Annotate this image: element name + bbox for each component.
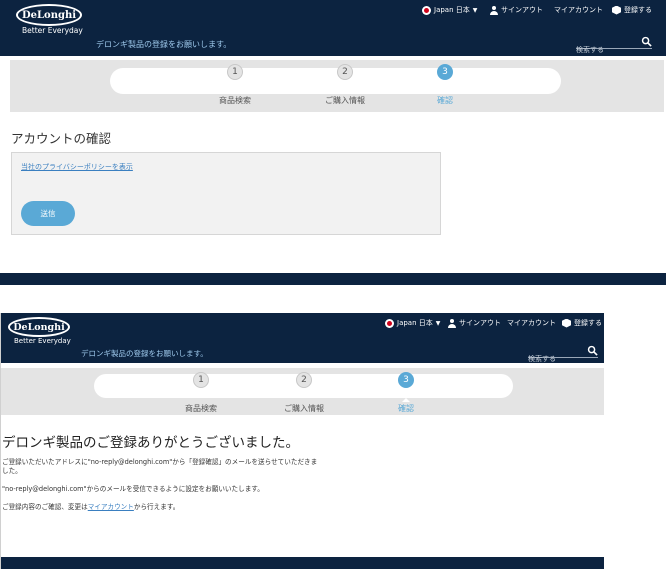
send-button[interactable]: 送信	[21, 201, 75, 226]
footer-bar	[0, 273, 666, 285]
privacy-policy-link[interactable]: 当社のプライバシーポリシーを表示	[21, 162, 133, 172]
signout-label: サインアウト	[459, 319, 501, 327]
welcome-message: デロンギ製品の登録をお願いします。	[81, 349, 208, 358]
step-label: 確認	[398, 404, 414, 413]
caret-down-icon: ▼	[435, 319, 441, 327]
welcome-message: デロンギ製品の登録をお願いします。	[96, 40, 232, 49]
progress-steps: 1 商品検索 2 ご購入情報 3 確認	[10, 60, 664, 112]
signout-link[interactable]: サインアウト	[448, 318, 501, 328]
register-label: 登録する	[574, 319, 602, 327]
my-account-inline-link[interactable]: マイアカウント	[88, 503, 134, 511]
step-number: 1	[227, 64, 243, 80]
signout-label: サインアウト	[501, 6, 543, 14]
progress-steps: 1 商品検索 2 ご購入情報 3 確認	[1, 368, 604, 415]
account-confirm-screen: DeLonghi Better Everyday デロンギ製品の登録をお願いしま…	[0, 0, 666, 285]
person-icon	[490, 5, 498, 15]
step-number: 3	[437, 64, 453, 80]
locale-label: Japan 日本	[434, 6, 470, 14]
search-box	[576, 36, 652, 56]
site-header: DeLonghi Better Everyday デロンギ製品の登録をお願いしま…	[1, 313, 604, 365]
step-confirm: 3 確認	[395, 60, 495, 106]
site-header: DeLonghi Better Everyday デロンギ製品の登録をお願いしま…	[0, 0, 666, 56]
locale-label: Japan 日本	[397, 319, 433, 327]
step-label: 商品検索	[219, 96, 251, 105]
register-link[interactable]: 登録する	[612, 5, 652, 15]
japan-flag-icon	[385, 318, 394, 328]
search-icon[interactable]	[641, 36, 652, 47]
japan-flag-icon	[422, 5, 431, 15]
confirmation-email-notice: ご登録いただいたアドレスに"no-reply@delonghi.com"から「登…	[2, 458, 318, 475]
my-account-link[interactable]: マイアカウント	[507, 318, 556, 328]
page-title: デロンギ製品のご登録ありがとうございました。	[2, 435, 299, 451]
my-account-label: マイアカウント	[507, 319, 556, 327]
delonghi-logo[interactable]: DeLonghi	[8, 317, 70, 337]
step-number: 3	[398, 372, 414, 388]
step-label: 確認	[437, 96, 453, 105]
step-product-search: 1 商品検索	[185, 60, 285, 106]
account-edit-suffix: から行えます。	[133, 503, 180, 511]
page-title: アカウントの確認	[11, 131, 112, 146]
account-edit-prefix: ご登録内容のご確認、変更は	[2, 503, 88, 511]
person-icon	[448, 318, 456, 328]
logo-tagline: Better Everyday	[14, 337, 71, 345]
step-product-search: 1 商品検索	[151, 368, 251, 414]
step-purchase-info: 2 ご購入情報	[254, 368, 354, 414]
box-icon	[612, 5, 621, 15]
register-label: 登録する	[624, 6, 652, 14]
register-link[interactable]: 登録する	[562, 318, 602, 328]
step-label: ご購入情報	[325, 96, 365, 105]
logo-tagline: Better Everyday	[22, 26, 83, 35]
step-confirm: 3 確認	[356, 368, 456, 414]
account-edit-notice: ご登録内容のご確認、変更はマイアカウントから行えます。	[2, 503, 402, 512]
email-settings-notice: "no-reply@delonghi.com"からのメールを受信できるように設定…	[2, 485, 264, 493]
search-box	[528, 345, 598, 365]
step-number: 1	[193, 372, 209, 388]
locale-selector[interactable]: Japan 日本 ▼	[385, 318, 440, 328]
my-account-label: マイアカウント	[554, 6, 603, 14]
delonghi-logo[interactable]: DeLonghi	[16, 4, 82, 26]
footer-bar	[1, 557, 604, 569]
step-purchase-info: 2 ご購入情報	[295, 60, 395, 106]
signout-link[interactable]: サインアウト	[490, 5, 543, 15]
registration-complete-screen: DeLonghi Better Everyday デロンギ製品の登録をお願いしま…	[0, 313, 604, 569]
my-account-link[interactable]: マイアカウント	[554, 5, 603, 15]
account-confirm-form: 当社のプライバシーポリシーを表示 送信	[11, 152, 441, 235]
step-label: 商品検索	[185, 404, 217, 413]
locale-selector[interactable]: Japan 日本 ▼	[422, 5, 477, 15]
step-number: 2	[296, 372, 312, 388]
search-icon[interactable]	[587, 345, 598, 356]
step-number: 2	[337, 64, 353, 80]
step-label: ご購入情報	[284, 404, 324, 413]
box-icon	[562, 318, 571, 328]
caret-down-icon: ▼	[472, 6, 478, 14]
